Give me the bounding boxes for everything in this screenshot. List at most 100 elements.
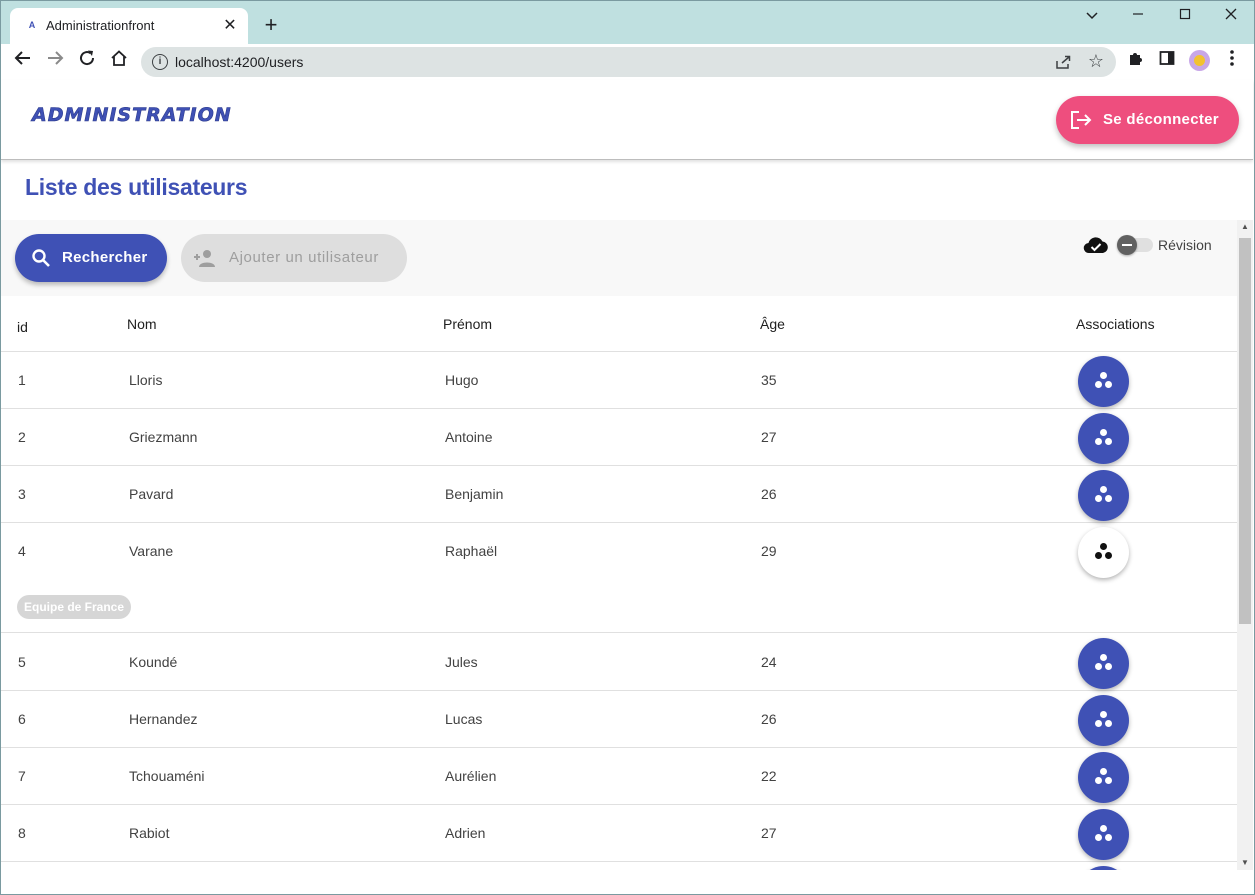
cell-id: 1 xyxy=(18,372,26,388)
table-row[interactable]: 5 Koundé Jules 24 xyxy=(1,634,1237,691)
cell-id: 6 xyxy=(18,711,26,727)
share-icon[interactable] xyxy=(1054,53,1072,71)
tab-strip: A Administrationfront ✕ + xyxy=(0,0,1255,44)
table-row[interactable]: 8 Rabiot Adrien 27 xyxy=(1,805,1237,862)
table-row[interactable]: 3 Pavard Benjamin 26 xyxy=(1,466,1237,523)
cell-nom: Koundé xyxy=(129,654,178,670)
home-icon[interactable] xyxy=(106,49,132,75)
reload-icon[interactable] xyxy=(74,49,100,75)
side-panel-icon[interactable] xyxy=(1155,49,1179,75)
menu-kebab-icon[interactable] xyxy=(1220,49,1244,75)
header-associations: Associations xyxy=(1076,316,1155,332)
scroll-up-arrow-icon[interactable]: ▲ xyxy=(1241,222,1249,231)
cell-prenom: Jules xyxy=(445,654,478,670)
associations-button[interactable] xyxy=(1078,866,1129,870)
associations-button-active[interactable] xyxy=(1078,527,1129,578)
browser-toolbar: i localhost:4200/users ☆ xyxy=(0,44,1255,80)
cell-age: 27 xyxy=(761,429,777,445)
cell-age: 26 xyxy=(761,711,777,727)
workspaces-icon-dot xyxy=(1095,495,1102,502)
table-row[interactable]: 1 Lloris Hugo 35 xyxy=(1,352,1237,409)
page-scrollbar[interactable]: ▲ ▼ xyxy=(1237,220,1253,870)
cell-id: 7 xyxy=(18,768,26,784)
cell-prenom: Aurélien xyxy=(445,768,497,784)
workspaces-icon xyxy=(1100,768,1107,775)
tab-search-icon[interactable] xyxy=(1069,4,1115,28)
header-id[interactable]: id xyxy=(17,319,28,335)
url-text[interactable]: localhost:4200/users xyxy=(175,54,303,70)
back-icon[interactable] xyxy=(10,49,36,75)
workspaces-icon-dot xyxy=(1095,834,1102,841)
header-age[interactable]: Âge xyxy=(760,316,785,332)
cloud-done-icon xyxy=(1083,236,1109,254)
workspaces-icon xyxy=(1100,429,1107,436)
close-window-icon[interactable] xyxy=(1208,4,1254,28)
browser-chrome: A Administrationfront ✕ + i localhost:42… xyxy=(0,0,1255,80)
header-nom[interactable]: Nom xyxy=(127,316,157,332)
table-header: id Nom Prénom Âge Associations xyxy=(1,296,1237,352)
workspaces-icon-dot xyxy=(1105,381,1112,388)
workspaces-icon-dot xyxy=(1095,552,1102,559)
cell-nom: Varane xyxy=(129,543,174,559)
associations-button[interactable] xyxy=(1078,695,1129,746)
cell-nom: Pavard xyxy=(129,486,174,502)
associations-button[interactable] xyxy=(1078,356,1129,407)
associations-button[interactable] xyxy=(1078,809,1129,860)
table-row[interactable]: 7 Tchouaméni Aurélien 22 xyxy=(1,748,1237,805)
revision-label: Révision xyxy=(1158,237,1212,253)
associations-button[interactable] xyxy=(1078,413,1129,464)
workspaces-icon xyxy=(1100,654,1107,661)
workspaces-icon-dot xyxy=(1105,495,1112,502)
cell-prenom: Lucas xyxy=(445,711,483,727)
table-row[interactable]: 2 Griezmann Antoine 27 xyxy=(1,409,1237,466)
cell-prenom: Raphaël xyxy=(445,543,498,559)
add-user-button[interactable]: Ajouter un utilisateur xyxy=(181,234,407,282)
tab-title: Administrationfront xyxy=(46,18,155,33)
cell-age: 29 xyxy=(761,543,777,559)
associations-button[interactable] xyxy=(1078,752,1129,803)
search-button[interactable]: Rechercher xyxy=(15,234,167,282)
associations-button[interactable] xyxy=(1078,638,1129,689)
association-chip[interactable]: Equipe de France xyxy=(17,595,132,619)
minimize-icon[interactable] xyxy=(1115,4,1161,28)
scrollbar-thumb[interactable] xyxy=(1239,238,1251,624)
logout-button[interactable]: Se déconnecter xyxy=(1056,96,1239,144)
table-row-expanded[interactable]: 4 Varane Raphaël 29 xyxy=(1,523,1237,580)
add-user-label: Ajouter un utilisateur xyxy=(229,249,379,266)
cell-nom: Lloris xyxy=(129,372,163,388)
cell-nom: Griezmann xyxy=(129,429,198,445)
app-header: ADMINISTRATION Se déconnecter xyxy=(1,80,1253,160)
cell-id: 4 xyxy=(18,543,26,559)
workspaces-icon-dot xyxy=(1095,777,1102,784)
workspaces-icon xyxy=(1100,711,1107,718)
maximize-icon[interactable] xyxy=(1162,4,1208,28)
workspaces-icon-dot xyxy=(1105,834,1112,841)
association-detail-row: Equipe de France xyxy=(1,578,1237,633)
cell-id: 3 xyxy=(18,486,26,502)
cell-prenom: Antoine xyxy=(445,429,493,445)
toggle-knob[interactable] xyxy=(1117,235,1137,255)
cell-nom: Tchouaméni xyxy=(129,768,205,784)
revision-toggle[interactable] xyxy=(1117,235,1153,255)
new-tab-icon[interactable]: + xyxy=(258,12,284,38)
table-row[interactable]: 6 Hernandez Lucas 26 xyxy=(1,691,1237,748)
scroll-down-arrow-icon[interactable]: ▼ xyxy=(1241,858,1249,867)
header-prenom[interactable]: Prénom xyxy=(443,316,492,332)
profile-avatar[interactable] xyxy=(1189,50,1210,71)
browser-tab[interactable]: A Administrationfront ✕ xyxy=(10,8,248,44)
cell-prenom: Hugo xyxy=(445,372,479,388)
person-add-icon xyxy=(193,248,217,268)
cell-age: 22 xyxy=(761,768,777,784)
cell-age: 26 xyxy=(761,486,777,502)
close-tab-icon[interactable]: ✕ xyxy=(220,16,240,36)
workspaces-icon-dot xyxy=(1105,720,1112,727)
site-info-icon[interactable]: i xyxy=(152,54,168,70)
extensions-icon[interactable] xyxy=(1124,49,1148,75)
bookmark-star-icon[interactable]: ☆ xyxy=(1088,51,1104,71)
table-row-partial[interactable] xyxy=(1,862,1237,870)
address-bar[interactable]: i localhost:4200/users ☆ xyxy=(141,47,1116,77)
cell-id: 8 xyxy=(18,825,26,841)
logout-label: Se déconnecter xyxy=(1103,111,1219,128)
forward-icon[interactable] xyxy=(42,49,68,75)
associations-button[interactable] xyxy=(1078,470,1129,521)
